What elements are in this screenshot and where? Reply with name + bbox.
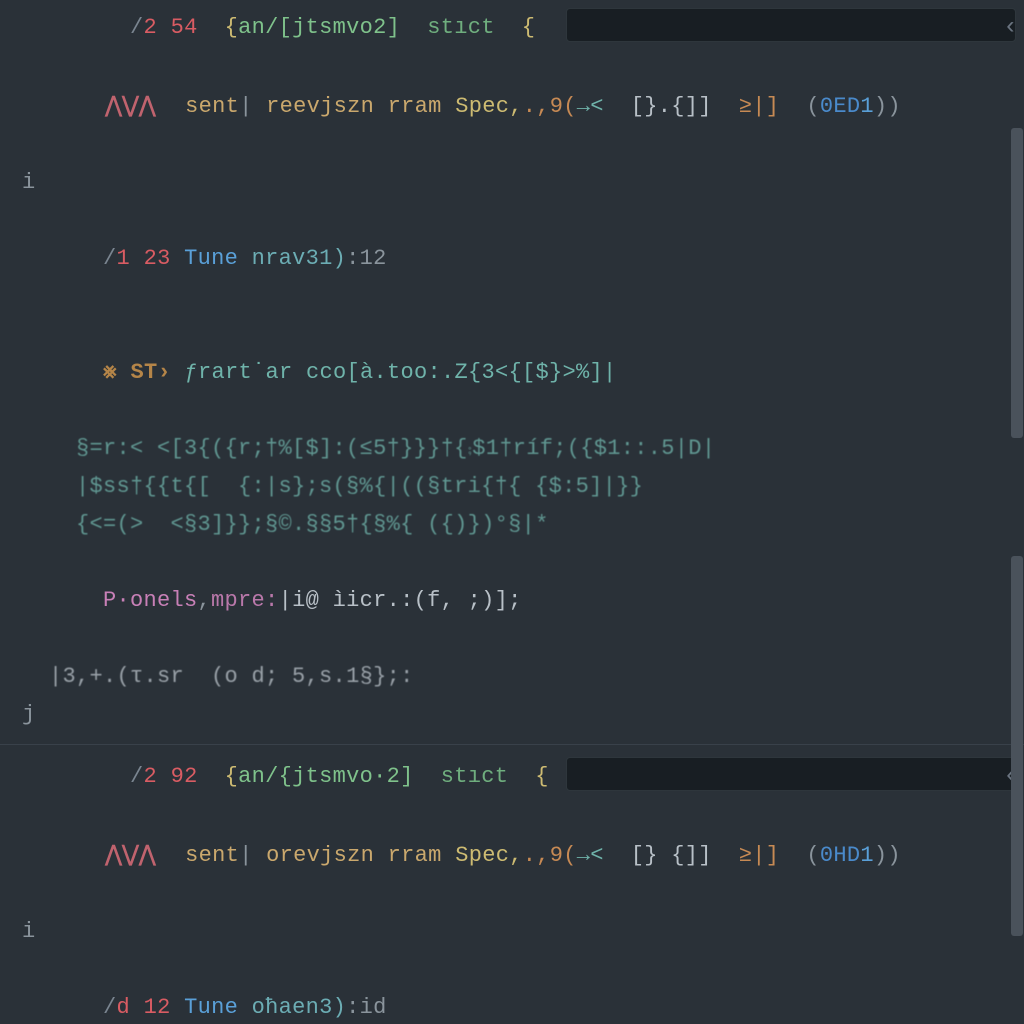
sub-header: /d 12 Tune oħaen3):id (22, 951, 1024, 1024)
slash-token: / (130, 15, 144, 40)
decorator-icon: ⋀⋁⋀ (105, 837, 156, 875)
arrow-token: →< (577, 94, 604, 119)
block-header: /2 54 {an/[jtsmvo2] stıct { ‹ (22, 6, 1024, 50)
scrollbar-thumb[interactable] (1011, 556, 1023, 936)
code-editor[interactable]: /2 54 {an/[jtsmvo2] stıct { ‹ ⋀⋁⋀ sent| … (0, 0, 1024, 1024)
send-keyword: sent (185, 94, 239, 119)
panels-line: P·onels,mpre:|i@ ìicr.:(f, ;)]; (22, 544, 1024, 658)
struct-keyword: stıct (441, 764, 509, 789)
search-input[interactable] (566, 8, 1016, 42)
signature-line: ⋀⋁⋀ sent| reevjszn rram Spec,.,9(→< [}.{… (22, 50, 1024, 164)
decorator-icon: ⋀⋁⋀ (105, 88, 156, 126)
code-line: §=r:< <[3{({r;†%[$]:(≤5†}}}†{⨾$1†ríf;({$… (22, 430, 1024, 468)
search-input[interactable] (566, 757, 1016, 791)
code-line: |3,+.(τ.sr (o d; 5,s.1§};: (22, 658, 1024, 696)
fn-name: reevjszn (266, 94, 374, 119)
brace-line: i (22, 164, 1024, 202)
line-number-major: 2 (144, 764, 158, 789)
code-line: {<=(> <§3]}};§©.§§5†{§%{ ({)})°§|* (22, 506, 1024, 544)
scrollbar-track[interactable] (1010, 0, 1024, 1024)
line-number-minor: 92 (171, 764, 198, 789)
spec-keyword: Spec, (455, 94, 523, 119)
panels-keyword: P·onels (103, 588, 198, 613)
line-number-major: 2 (144, 15, 158, 40)
struct-keyword: stıct (427, 15, 495, 40)
signature-line: ⋀⋁⋀ sent| orevjszn rram Spec,.,9(→< [} {… (22, 799, 1024, 913)
sub-header: /1 23 Tune nrav31):12 (22, 202, 1024, 316)
constant-token: 0ED (820, 94, 861, 119)
code-block-1: /2 54 {an/[jtsmvo2] stıct { ‹ ⋀⋁⋀ sent| … (22, 6, 1024, 734)
constant-token: 0HD (820, 843, 861, 868)
code-line: ⨳ ST› ƒrart˙ar cco[à.too:.Z{3<{[$}>%]| (22, 316, 1024, 430)
scrollbar-thumb[interactable] (1011, 128, 1023, 438)
brace-open: { (225, 15, 239, 40)
tune-keyword: Tune (184, 246, 238, 271)
tune-keyword: Tune (184, 995, 238, 1020)
code-block-2: /2 92 {an/{jtsmvo·2] stıct { ‹ ⋀⋁⋀ sent|… (22, 755, 1024, 1024)
line-number-minor: 54 (171, 15, 198, 40)
code-line: |$ss†{{t{[ {:|s};s(§%{|((§tri{†{ {$:5]|}… (22, 468, 1024, 506)
brace-open: { (522, 15, 536, 40)
breakpoint-icon[interactable]: ⨳ ST› (103, 354, 171, 392)
module-path: an/ (238, 15, 279, 40)
block-header: /2 92 {an/{jtsmvo·2] stıct { ‹ (22, 755, 1024, 799)
spec-keyword: Spec, (455, 843, 523, 868)
brace-line: i (22, 913, 1024, 951)
module-name: [jtsmvo2] (279, 15, 401, 40)
